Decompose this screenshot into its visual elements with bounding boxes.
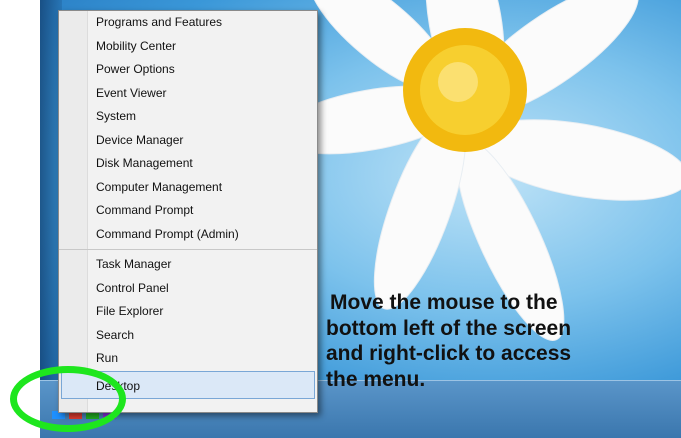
menu-item-control-panel[interactable]: Control Panel <box>59 277 317 301</box>
winx-context-menu: Programs and Features Mobility Center Po… <box>58 10 318 413</box>
menu-item-computer-management[interactable]: Computer Management <box>59 176 317 200</box>
highlight-ring <box>10 366 126 432</box>
menu-item-file-explorer[interactable]: File Explorer <box>59 300 317 324</box>
menu-item-system[interactable]: System <box>59 105 317 129</box>
callout-line-4: the menu. <box>326 367 426 391</box>
callout-line-3: and right-click to access <box>326 342 572 365</box>
menu-item-programs-and-features[interactable]: Programs and Features <box>59 11 317 35</box>
menu-item-command-prompt[interactable]: Command Prompt <box>59 199 317 223</box>
menu-item-device-manager[interactable]: Device Manager <box>59 129 317 153</box>
menu-item-disk-management[interactable]: Disk Management <box>59 152 317 176</box>
callout-line-2: bottom left of the screen <box>326 316 572 340</box>
callout-line-1: Move the mouse to the <box>330 291 558 314</box>
desktop-screen: ℯ Programs and Features Mobility Center … <box>0 0 681 438</box>
menu-item-run[interactable]: Run <box>59 347 317 371</box>
menu-item-event-viewer[interactable]: Event Viewer <box>59 82 317 106</box>
menu-item-mobility-center[interactable]: Mobility Center <box>59 35 317 59</box>
menu-item-command-prompt-admin[interactable]: Command Prompt (Admin) <box>59 223 317 247</box>
menu-item-task-manager[interactable]: Task Manager <box>59 249 317 277</box>
instruction-callout: Move the mouse to the bottom left of the… <box>326 290 656 392</box>
menu-item-search[interactable]: Search <box>59 324 317 348</box>
menu-item-power-options[interactable]: Power Options <box>59 58 317 82</box>
